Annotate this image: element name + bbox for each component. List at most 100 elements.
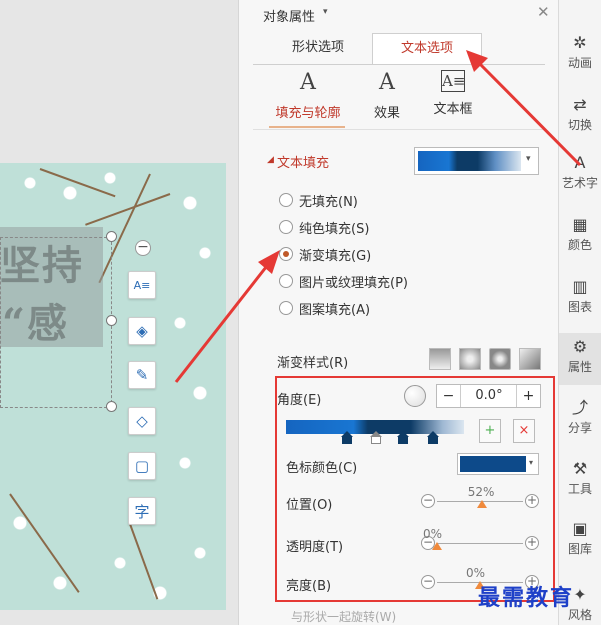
wordart-icon: A [574,153,586,172]
transparency-value: 0% [423,527,443,541]
annotation-highlight-box [275,376,555,602]
delete-stop-icon: × [518,423,530,438]
gallery-icon: ▣ [572,519,588,538]
share-icon: ⤴ [571,398,588,417]
slide[interactable]: 坚持 “感 − A≡ ◈ ✎ ◇ ▢ 字 [0,163,226,610]
add-stop-icon: + [484,423,496,438]
sidebar-item-label: 工具 [567,482,592,496]
sidebar-item-label: 动画 [567,56,592,70]
radio-gradient-fill[interactable]: 渐变填充(G) [279,244,371,264]
position-increase-button[interactable]: + [525,494,539,508]
collapse-handle[interactable]: − [135,240,151,256]
position-slider-thumb[interactable] [476,500,487,508]
radio-label: 无填充(N) [299,194,358,210]
gradient-stop[interactable] [341,431,353,445]
object-properties-panel: 对象属性 ▾ ✕ 形状选项 文本选项 A 填充与轮廓 A 效果 A≡ 文本框 ◢… [238,0,558,625]
float-fill-button[interactable]: ◇ [128,407,156,435]
section-collapse-icon[interactable]: ◢ [267,155,274,165]
add-gradient-stop-button[interactable]: + [479,419,501,443]
resize-handle-top-right[interactable] [106,231,117,242]
tab-divider [253,64,545,65]
slide-canvas-area: 坚持 “感 − A≡ ◈ ✎ ◇ ▢ 字 [0,0,238,625]
float-layers-button[interactable]: ◈ [128,317,156,345]
radio-button[interactable] [279,193,293,207]
sidebar-item-gallery[interactable]: ▣ 图库 [559,519,601,557]
transparency-increase-button[interactable]: + [525,536,539,550]
stop-color-swatch [460,456,526,472]
sidebar-item-animation[interactable]: ✲ 动画 [559,33,601,71]
transparency-slider-track[interactable] [437,543,523,544]
position-decrease-button[interactable]: − [421,494,435,508]
gradient-stop[interactable] [427,431,439,445]
sidebar-item-label: 颜色 [567,238,592,252]
sidebar-item-label: 艺术字 [561,176,598,190]
subtab-effect-label: 效果 [373,106,400,121]
text-style-icon: A≡ [133,278,151,292]
frame-icon: ▢ [134,457,150,475]
angle-increase-button[interactable]: + [516,385,540,407]
radio-button[interactable] [279,301,293,315]
rotate-with-shape-checkbox-label[interactable]: 与形状一起旋转(W) [291,608,396,625]
sidebar-item-tools[interactable]: ⚒ 工具 [559,459,601,497]
gradient-style-path-button[interactable] [519,348,541,370]
fill-preset-dropdown[interactable]: ▾ [414,147,539,175]
panel-title-caret-icon[interactable]: ▾ [323,7,328,17]
gradient-style-rect-button[interactable] [489,348,511,370]
float-text-style-button[interactable]: A≡ [128,271,156,299]
transparency-slider-thumb[interactable] [432,542,442,550]
radio-solid-fill[interactable]: 纯色填充(S) [279,217,369,237]
panel-close-icon[interactable]: ✕ [537,3,550,21]
chevron-down-icon: ▾ [526,154,531,164]
subtab-active-underline [269,126,345,128]
subtab-fill-outline[interactable]: A 填充与轮廓 [269,70,347,121]
section-title-text-fill[interactable]: 文本填充 [277,152,329,171]
float-font-button[interactable]: 字 [128,497,156,525]
text-effect-icon: A [379,70,395,95]
angle-stepper[interactable]: − 0.0° + [436,384,541,408]
subtab-textbox-label: 文本框 [433,102,473,117]
gradient-style-linear-button[interactable] [429,348,451,370]
stop-color-dropdown[interactable]: ▾ [457,453,539,475]
panel-title[interactable]: 对象属性 [263,6,315,25]
sidebar-item-label: 切换 [567,118,592,132]
gradient-stop[interactable] [397,431,409,445]
float-brush-button[interactable]: ✎ [128,361,156,389]
angle-dial[interactable] [404,385,426,407]
sidebar-item-properties[interactable]: ⚙ 属性 [559,333,601,385]
fill-preset-swatch [418,151,521,171]
sidebar-item-wordart[interactable]: A 艺术字 [559,153,601,191]
radio-label: 渐变填充(G) [299,248,372,264]
radio-no-fill[interactable]: 无填充(N) [279,190,358,210]
sidebar-item-color[interactable]: ▦ 颜色 [559,215,601,253]
color-icon: ▦ [572,215,588,234]
subtab-fill-outline-label: 填充与轮廓 [275,106,341,121]
angle-label: 角度(E) [277,393,322,408]
radio-label: 纯色填充(S) [299,221,370,237]
font-icon: 字 [134,502,150,521]
radio-button[interactable] [279,274,293,288]
tab-shape-options[interactable]: 形状选项 [253,33,383,65]
tab-text-options[interactable]: 文本选项 [372,33,482,65]
delete-gradient-stop-button[interactable]: × [513,419,535,443]
float-frame-button[interactable]: ▢ [128,452,156,480]
resize-handle-right[interactable] [106,315,117,326]
subtab-textbox[interactable]: A≡ 文本框 [429,70,477,117]
angle-decrease-button[interactable]: − [437,385,461,407]
resize-handle-bottom-right[interactable] [106,401,117,412]
subtab-effect[interactable]: A 效果 [365,70,409,121]
chart-icon: ▥ [572,277,588,296]
angle-value-input[interactable]: 0.0° [463,388,515,403]
transparency-label: 透明度(T) [286,540,344,555]
sidebar-item-share[interactable]: ⤴ 分享 [559,398,601,436]
sidebar-item-chart[interactable]: ▥ 图表 [559,277,601,315]
sidebar-item-transition[interactable]: ⇄ 切换 [559,95,601,133]
brightness-decrease-button[interactable]: − [421,575,435,589]
textbox-icon: A≡ [441,70,466,92]
radio-button-selected[interactable] [279,247,293,261]
radio-button[interactable] [279,220,293,234]
gradient-style-radial-button[interactable] [459,348,481,370]
sidebar-item-label: 分享 [567,421,592,435]
radio-picture-fill[interactable]: 图片或纹理填充(P) [279,271,408,291]
gradient-stop-selected[interactable] [370,431,382,445]
radio-pattern-fill[interactable]: 图案填充(A) [279,298,370,318]
